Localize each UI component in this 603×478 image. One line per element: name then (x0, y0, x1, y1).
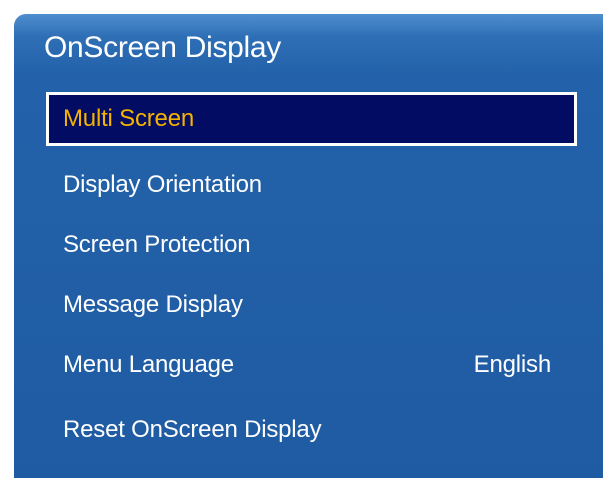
menu-item-reset-onscreen-display[interactable]: Reset OnScreen Display (46, 403, 577, 457)
menu-item-display-orientation[interactable]: Display Orientation (46, 158, 577, 212)
menu-item-multi-screen[interactable]: Multi Screen (46, 92, 577, 146)
menu-item-label: Display Orientation (63, 171, 262, 198)
menu-item-message-display[interactable]: Message Display (46, 278, 577, 332)
menu-item-menu-language[interactable]: Menu Language English (46, 338, 577, 392)
menu-item-label: Message Display (63, 291, 243, 318)
page-title: OnScreen Display (44, 31, 281, 64)
menu-item-label: Reset OnScreen Display (63, 416, 322, 443)
menu-item-value: English (473, 351, 552, 378)
menu-item-label: Menu Language (63, 351, 234, 378)
menu-item-label: Screen Protection (63, 231, 251, 258)
menu-item-screen-protection[interactable]: Screen Protection (46, 218, 577, 272)
menu-item-label: Multi Screen (63, 105, 194, 132)
